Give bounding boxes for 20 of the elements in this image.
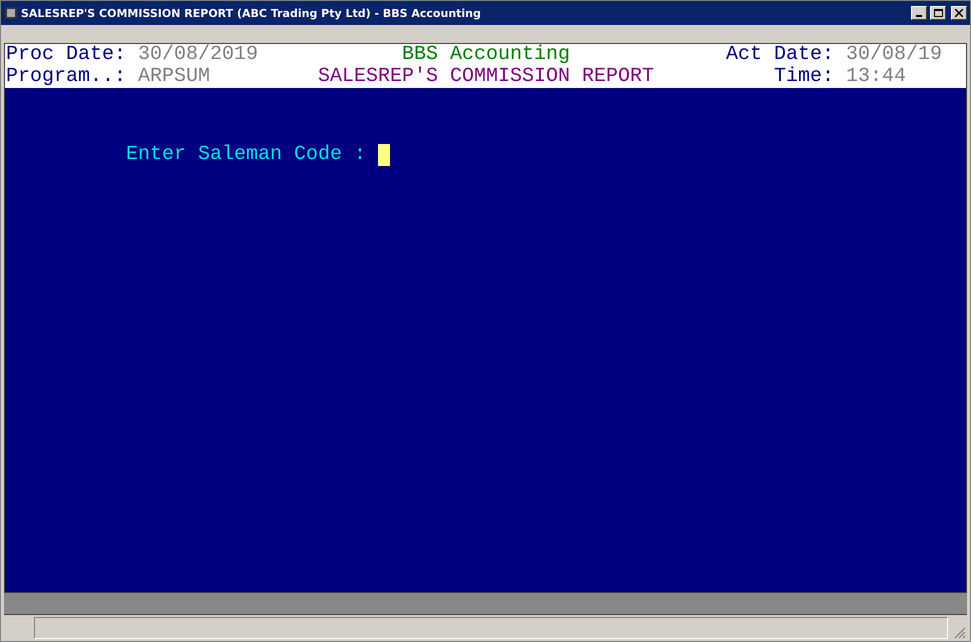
window-title: SALESREP'S COMMISSION REPORT (ABC Trading Pty Ltd) - BBS Accounting — [21, 6, 482, 20]
maximize-icon — [934, 9, 942, 17]
field-value: ARPSUM — [138, 66, 210, 88]
field-value: 30/08/19 — [846, 44, 942, 66]
app-icon — [4, 6, 18, 20]
field-label: Act Date: — [726, 44, 834, 66]
resize-grip-icon[interactable] — [952, 625, 966, 639]
text-cursor[interactable] — [378, 144, 390, 166]
field-value: 13:44 — [846, 66, 906, 88]
field-value: 30/08/2019 — [138, 44, 258, 66]
field-label: Proc Date: — [6, 44, 126, 66]
prompt-label: Enter Saleman Code : — [126, 143, 366, 166]
field-label: Program..: — [6, 66, 126, 88]
field-label: Time: — [774, 66, 834, 88]
close-icon — [955, 9, 963, 17]
maximize-button[interactable] — [930, 6, 946, 20]
report-title: SALESREP'S COMMISSION REPORT — [318, 66, 654, 88]
app-name: BBS Accounting — [402, 44, 570, 66]
minimize-button[interactable] — [911, 6, 927, 20]
close-button[interactable] — [951, 6, 967, 20]
